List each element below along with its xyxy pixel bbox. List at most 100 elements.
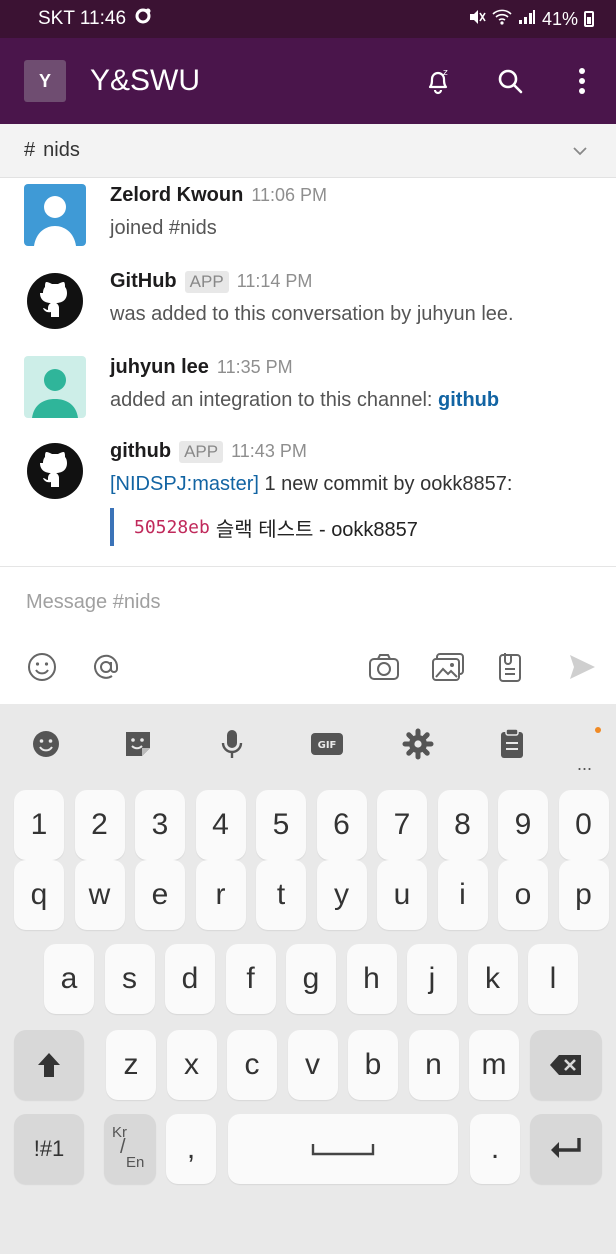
gallery-icon[interactable] [430, 649, 466, 685]
sender-name[interactable]: Zelord Kwoun [110, 184, 243, 207]
integration-link[interactable]: github [438, 389, 499, 411]
mention-icon[interactable] [88, 649, 124, 685]
sender-name[interactable]: github [110, 440, 171, 463]
message-text-body: 1 new commit by ookk8857: [258, 473, 513, 495]
shift-key[interactable] [14, 1030, 84, 1100]
letter-key[interactable]: v [287, 1030, 338, 1100]
snooze-bell-icon[interactable]: z [422, 65, 454, 97]
clipboard-icon[interactable] [496, 728, 528, 760]
number-key[interactable]: 8 [437, 790, 488, 860]
letter-key[interactable]: h [346, 944, 397, 1014]
commit-sha[interactable]: 50528eb [134, 517, 210, 538]
backspace-key[interactable] [530, 1030, 602, 1100]
sticker-icon[interactable] [122, 728, 154, 760]
letter-key[interactable]: f [225, 944, 276, 1014]
letter-key[interactable]: s [104, 944, 155, 1014]
space-key[interactable] [228, 1114, 458, 1184]
github-avatar[interactable] [24, 440, 86, 502]
letter-key[interactable]: q [14, 860, 64, 930]
message-item: Zelord Kwoun 11:06 PM joined #nids [24, 184, 606, 246]
letter-key[interactable]: d [165, 944, 215, 1014]
app-badge: APP [184, 271, 229, 293]
gif-label: GIF [318, 740, 337, 751]
period-key[interactable]: . [470, 1114, 520, 1184]
number-key[interactable]: 4 [195, 790, 246, 860]
letter-key[interactable]: o [498, 860, 548, 930]
letter-key[interactable]: e [135, 860, 185, 930]
send-icon[interactable] [564, 649, 600, 685]
enter-key[interactable] [530, 1114, 602, 1184]
letter-key[interactable]: y [316, 860, 367, 930]
message-time: 11:14 PM [236, 271, 313, 291]
commit-attachment[interactable]: 50528eb 슬랙 테스트 - ookk8857 [110, 508, 606, 546]
letter-key[interactable]: g [286, 944, 336, 1014]
message-item: GitHub APP 11:14 PM was added to this co… [24, 270, 606, 332]
gif-icon[interactable]: GIF [310, 728, 344, 760]
settings-notification-icon [134, 7, 152, 31]
number-key[interactable]: 2 [74, 790, 125, 860]
keyboard-settings-gear-icon[interactable] [402, 728, 434, 760]
letter-key[interactable]: r [195, 860, 246, 930]
letter-key[interactable]: m [469, 1030, 519, 1100]
number-key[interactable]: 6 [316, 790, 367, 860]
letter-key[interactable]: t [256, 860, 306, 930]
message-input[interactable]: Message #nids [26, 591, 161, 614]
message-time: 11:35 PM [216, 357, 293, 377]
symbols-key[interactable]: !#1 [14, 1114, 84, 1184]
letter-key[interactable]: x [166, 1030, 217, 1100]
letter-key[interactable]: u [377, 860, 427, 930]
sender-name[interactable]: juhyun lee [110, 356, 209, 379]
message-text: was added to this conversation by juhyun… [110, 303, 514, 325]
letter-key[interactable]: k [467, 944, 518, 1014]
message-time: 11:06 PM [251, 185, 328, 205]
letter-key[interactable]: z [106, 1030, 156, 1100]
message-text: joined #nids [110, 217, 217, 239]
letter-key[interactable]: a [44, 944, 94, 1014]
message-list[interactable]: Zelord Kwoun 11:06 PM joined #nids GitHu… [0, 178, 616, 566]
letter-key[interactable]: c [227, 1030, 277, 1100]
user-avatar[interactable] [24, 356, 86, 418]
commit-message: 슬랙 테스트 - ookk8857 [215, 518, 418, 541]
github-icon [27, 273, 83, 329]
number-key[interactable]: 5 [256, 790, 306, 860]
github-avatar[interactable] [24, 270, 86, 332]
channel-header[interactable]: # nids [0, 124, 616, 178]
letter-key[interactable]: i [437, 860, 488, 930]
camera-icon[interactable] [366, 649, 402, 685]
repo-branch-link[interactable]: [NIDSPJ:master] [110, 473, 259, 495]
number-key[interactable]: 1 [14, 790, 64, 860]
message-text: [NIDSPJ:master] 1 new commit by ookk8857… [110, 473, 606, 496]
more-options-icon[interactable]: ··· [566, 727, 602, 778]
message-item: juhyun lee 11:35 PM added an integration… [24, 356, 606, 418]
app-badge: APP [179, 441, 224, 463]
workspace-name[interactable]: Y&SWU [90, 64, 200, 98]
letter-key[interactable]: j [407, 944, 457, 1014]
chevron-down-icon[interactable] [572, 139, 588, 162]
number-key[interactable]: 0 [558, 790, 609, 860]
number-key[interactable]: 7 [377, 790, 427, 860]
number-key[interactable]: 3 [135, 790, 185, 860]
letter-key[interactable]: l [528, 944, 578, 1014]
number-key[interactable]: 9 [498, 790, 548, 860]
default-avatar[interactable] [24, 184, 86, 246]
letter-key[interactable]: w [74, 860, 125, 930]
search-icon[interactable] [494, 65, 526, 97]
message-text: added an integration to this channel: gi… [110, 389, 606, 412]
letter-key[interactable]: p [558, 860, 609, 930]
microphone-icon[interactable] [216, 728, 248, 760]
comma-key[interactable]: , [166, 1114, 216, 1184]
sender-name[interactable]: GitHub [110, 270, 177, 293]
emoji-icon[interactable] [24, 649, 60, 685]
keyboard-emoji-icon[interactable] [30, 728, 62, 760]
battery-level: 41% [541, 8, 578, 29]
letter-key[interactable]: n [408, 1030, 459, 1100]
workspace-avatar[interactable]: Y [24, 60, 66, 102]
lang-english-label: En [126, 1154, 145, 1171]
battery-icon [584, 11, 594, 27]
language-switch-key[interactable]: Kr / En [104, 1114, 156, 1184]
message-composer: Message #nids [0, 566, 616, 704]
svg-text:z: z [443, 68, 448, 78]
attachment-icon[interactable] [492, 649, 528, 685]
more-vertical-icon[interactable] [566, 65, 598, 97]
letter-key[interactable]: b [348, 1030, 398, 1100]
